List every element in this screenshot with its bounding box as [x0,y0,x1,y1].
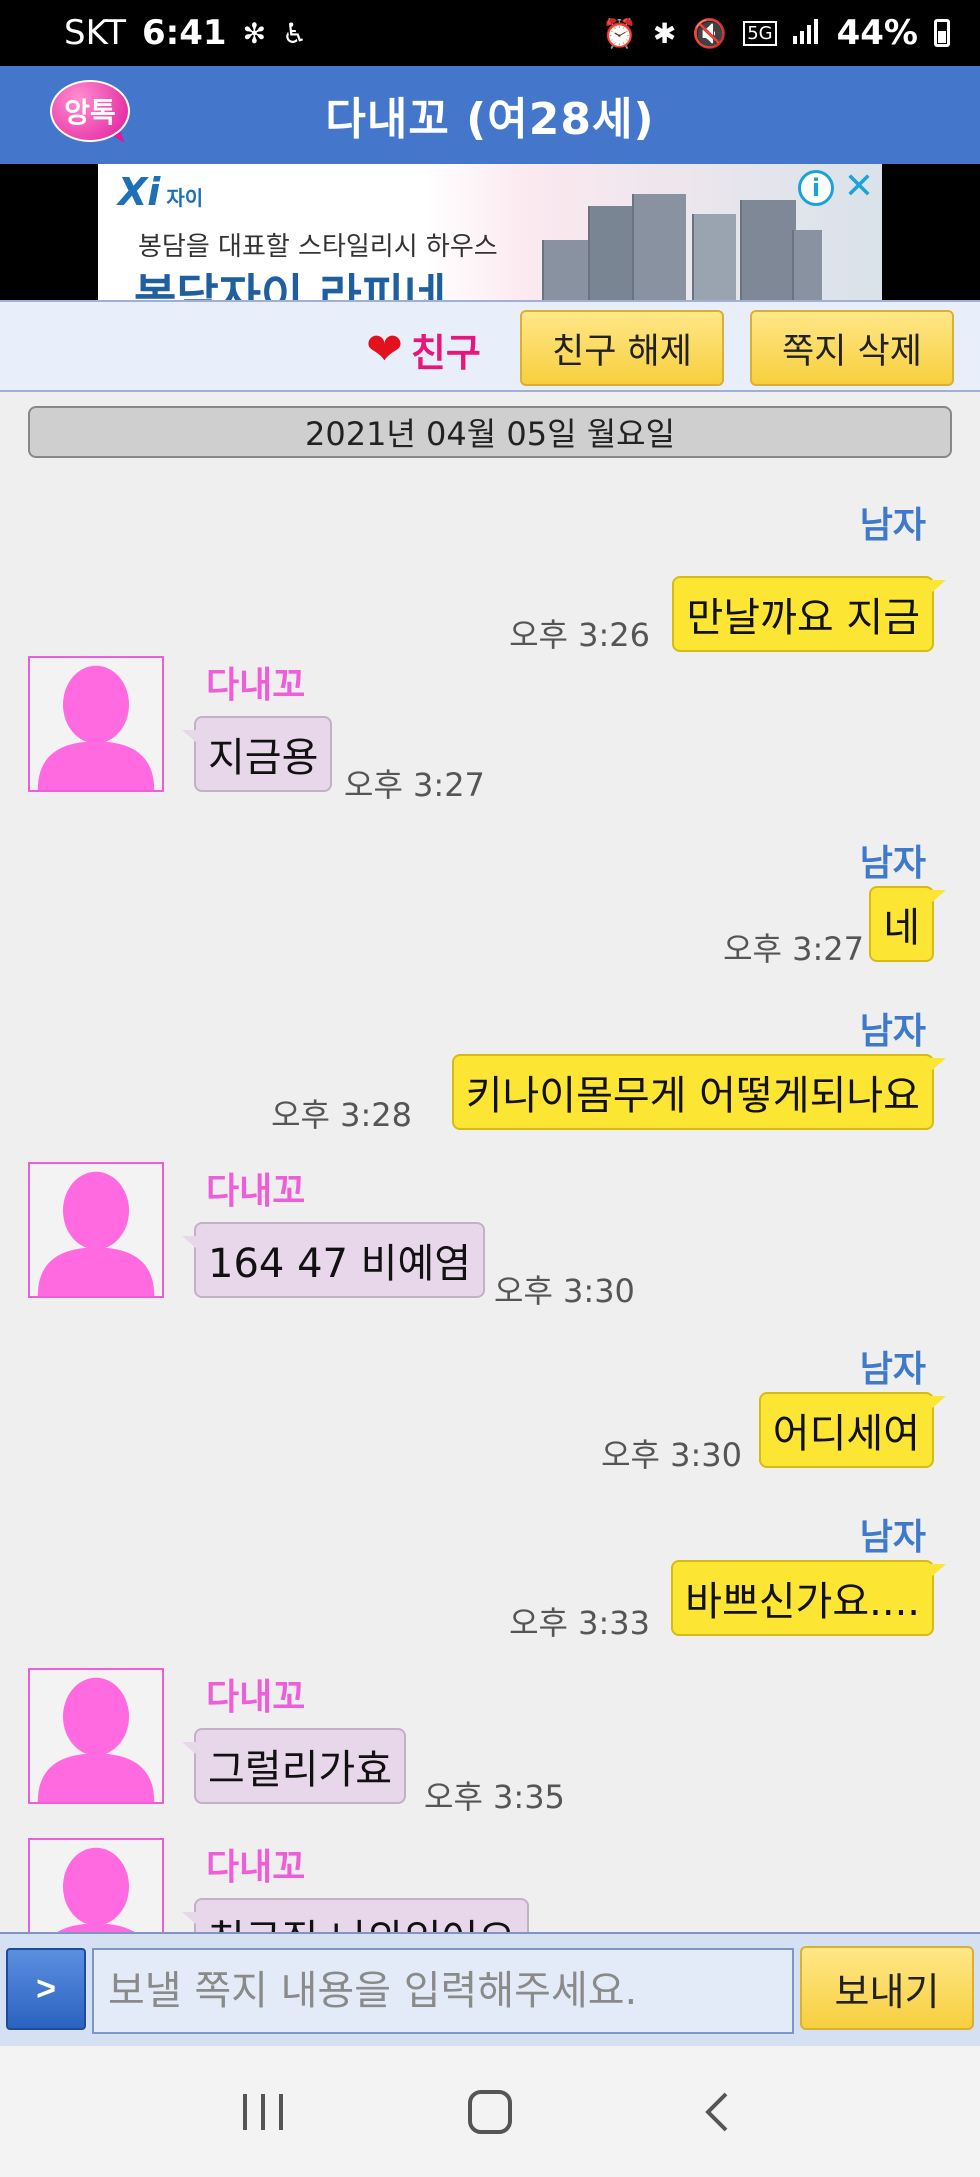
friend-label: 친구 [410,331,481,375]
message-bubble[interactable]: 164 47 비예염 [181,1222,486,1298]
message-bubble[interactable]: 그럴리가효 [182,1728,406,1804]
sender-name: 남자 [859,1349,926,1390]
unfriend-button[interactable]: 친구 해제 [520,310,724,386]
mute-icon: 🔇 [692,16,728,50]
carrier-label: SKT [64,13,127,53]
chat-thread[interactable]: 남자 만날까요 지금 오후 3:26 다내꼬 지금용 오후 3:27 남자 네 … [0,470,980,1932]
sender-name: 다내꼬 [206,1677,306,1718]
message-item: 남자 키나이몸무게 어떻게되나요 오후 3:28 [0,1002,980,1142]
logo-bubble: 앙톡 [50,80,130,142]
message-bubble[interactable]: 만날까요 지금 [672,576,946,652]
battery-label: 44% [836,13,918,53]
message-bubble[interactable]: 네 [869,886,946,962]
message-input[interactable] [92,1948,794,2034]
avatar[interactable] [28,656,164,792]
expand-toggle-button[interactable]: > [6,1948,86,2030]
message-time: 오후 3:35 [424,1778,565,1816]
page-title: 다내꼬 (여28세) [325,94,655,145]
message-bubble[interactable]: 어디세여 [758,1392,947,1468]
message-time: 오후 3:30 [601,1436,742,1474]
delete-message-button[interactable]: 쪽지 삭제 [750,310,954,386]
system-nav-bar [0,2046,980,2177]
friend-status: ❤ 친구 [366,322,481,377]
ad-band: Xi 자이 봉담을 대표할 스타일리시 하우스 봉담자이 라피네 i ✕ [0,164,980,300]
female-silhouette-icon [37,665,155,790]
message-time: 오후 3:27 [723,930,864,968]
date-divider: 2021년 04월 05일 월요일 [28,406,952,458]
message-time: 오후 3:27 [344,766,485,804]
message-item: 남자 네 오후 3:27 [0,834,980,974]
action-bar: ❤ 친구 친구 해제 쪽지 삭제 [0,300,980,392]
ad-close-icon[interactable]: ✕ [844,166,874,207]
status-bar: SKT 6:41 ✻ ♿ ⏰ ✱ 🔇 5G 44% [0,0,980,66]
ad-banner[interactable]: Xi 자이 봉담을 대표할 스타일리시 하우스 봉담자이 라피네 i ✕ [98,164,882,300]
message-item: 다내꼬 지금용 오후 3:27 [0,656,980,816]
clock-label: 6:41 [142,13,227,53]
accessibility-icon: ♿ [282,16,308,50]
avatar[interactable] [28,1838,164,1932]
female-silhouette-icon [57,1847,135,1932]
network-type-label: 5G [743,20,777,46]
sender-name: 남자 [859,1517,926,1558]
status-left: SKT 6:41 ✻ ♿ [64,13,307,53]
bluetooth-icon: ✱ [652,16,677,50]
message-bubble[interactable]: 키나이몸무게 어떻게되나요 [451,1054,947,1130]
ad-buildings-image [542,190,822,300]
avatar[interactable] [28,1162,164,1298]
message-time: 오후 3:28 [271,1096,412,1134]
message-item: 다내꼬 그럴리가효 오후 3:35 [0,1668,980,1828]
ad-brand: Xi 자이 [118,170,203,214]
home-icon[interactable] [450,2072,530,2152]
message-bubble[interactable]: 바쁘신가요.... [671,1560,946,1636]
sender-name: 다내꼬 [206,1847,306,1888]
send-button[interactable]: 보내기 [800,1946,974,2030]
avatar[interactable] [28,1668,164,1804]
app-header: 앙톡 다내꼬 (여28세) [0,66,980,164]
sender-name: 남자 [859,505,926,546]
message-bubble[interactable]: 지금용 [181,716,333,792]
sender-name: 남자 [859,1011,926,1052]
recent-apps-icon[interactable] [223,2072,303,2152]
sender-name: 다내꼬 [206,665,306,706]
message-item: 남자 바쁘신가요.... 오후 3:33 [0,1508,980,1648]
message-item: 남자 만날까요 지금 오후 3:26 [0,496,980,654]
message-item: 다내꼬 친구집 나와있어요 [0,1838,980,1932]
ad-headline: 봉담자이 라피네 [134,269,447,300]
ad-info-icon[interactable]: i [798,170,834,206]
female-silhouette-icon [37,1677,155,1802]
back-icon[interactable] [677,2072,757,2152]
ad-brand-logo: Xi [118,170,161,214]
ad-brand-sub: 자이 [166,186,204,210]
status-right: ⏰ ✱ 🔇 5G 44% [602,13,950,53]
message-item: 남자 어디세여 오후 3:30 [0,1340,980,1480]
sender-name: 남자 [859,843,926,884]
ad-tagline: 봉담을 대표할 스타일리시 하우스 [138,232,498,262]
heart-icon: ❤ [366,323,403,375]
composer-bar: > 보내기 [0,1932,980,2046]
battery-icon [934,19,950,47]
female-silhouette-icon [37,1171,155,1296]
message-time: 오후 3:33 [509,1604,650,1642]
message-time: 오후 3:26 [509,616,650,654]
signal-icon [792,13,821,53]
message-bubble[interactable]: 친구집 나와있어요 [181,1898,530,1932]
fan-icon: ✻ [242,16,267,50]
message-time: 오후 3:30 [494,1272,635,1310]
app-logo[interactable]: 앙톡 [50,80,136,150]
sender-name: 다내꼬 [206,1171,306,1212]
message-item: 다내꼬 164 47 비예염 오후 3:30 [0,1162,980,1322]
alarm-icon: ⏰ [601,16,637,50]
